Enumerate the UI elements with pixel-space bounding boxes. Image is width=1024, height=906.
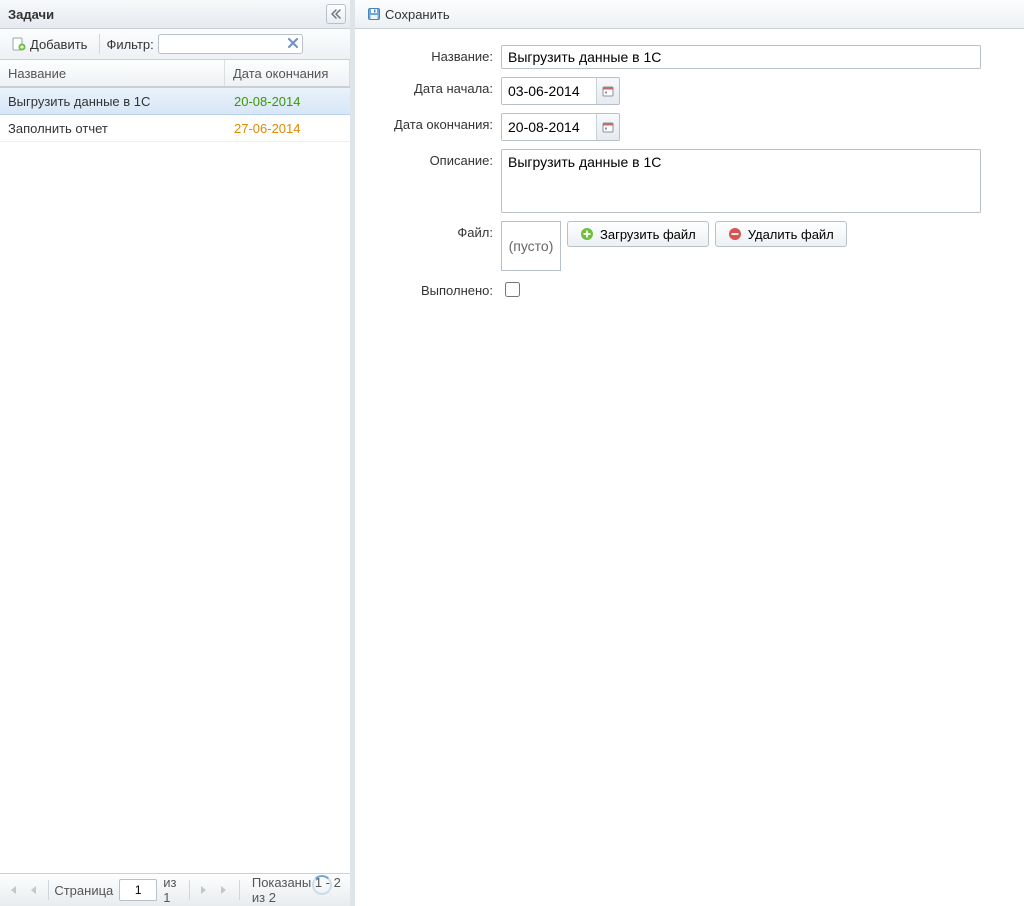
row-end-date-cell: 20-08-2014 [226, 88, 350, 114]
start-date-input[interactable] [502, 78, 596, 104]
page-prev-button[interactable] [24, 879, 42, 901]
start-date-picker-button[interactable] [596, 78, 619, 104]
tasks-grid-header: Название Дата окончания [0, 60, 350, 87]
end-date-label: Дата окончания: [375, 113, 501, 132]
row-title-cell: Заполнить отчет [0, 115, 226, 141]
filter-label: Фильтр: [106, 37, 153, 52]
tasks-toolbar: Добавить Фильтр: [0, 29, 350, 60]
tasks-grid-body: Выгрузить данные в 1С20-08-2014Заполнить… [0, 87, 350, 873]
save-button-label: Сохранить [385, 7, 450, 22]
collapse-panel-button[interactable] [326, 4, 346, 24]
chevron-right-icon [199, 884, 209, 896]
page-label: Страница [54, 883, 113, 898]
table-row[interactable]: Заполнить отчет27-06-2014 [0, 115, 350, 142]
end-date-input[interactable] [502, 114, 596, 140]
delete-file-label: Удалить файл [748, 227, 834, 242]
page-of-label: из 1 [163, 875, 182, 905]
page-next-button[interactable] [196, 879, 214, 901]
chevron-double-left-icon [331, 9, 341, 19]
col-header-end-date[interactable]: Дата окончания [225, 60, 350, 86]
save-icon [367, 7, 381, 21]
name-label: Название: [375, 45, 501, 64]
tasks-panel: Задачи Добавить Фильтр: [0, 0, 355, 906]
last-page-icon [218, 884, 230, 896]
chevron-left-icon [28, 884, 38, 896]
add-task-label: Добавить [30, 37, 87, 52]
page-last-button[interactable] [215, 879, 233, 901]
add-page-icon [12, 37, 26, 51]
name-input[interactable] [501, 45, 981, 69]
paging-status: Показаны 1 - 2 из 2 [252, 875, 346, 905]
paging-separator [239, 880, 240, 900]
row-title-cell: Выгрузить данные в 1С [0, 88, 226, 114]
file-display: (пусто) [501, 221, 561, 271]
tasks-grid: Название Дата окончания Выгрузить данные… [0, 60, 350, 873]
page-first-button[interactable] [4, 879, 22, 901]
row-end-date-cell: 27-06-2014 [226, 115, 350, 141]
loading-spinner-icon [312, 875, 332, 895]
done-checkbox[interactable] [505, 282, 520, 297]
table-row[interactable]: Выгрузить данные в 1С20-08-2014 [0, 87, 350, 115]
done-label: Выполнено: [375, 279, 501, 298]
add-task-button[interactable]: Добавить [6, 35, 93, 54]
remove-circle-icon [728, 227, 742, 241]
filter-input[interactable] [158, 34, 303, 54]
paging-separator [189, 880, 190, 900]
upload-file-label: Загрузить файл [600, 227, 696, 242]
upload-file-button[interactable]: Загрузить файл [567, 221, 709, 247]
description-textarea[interactable] [501, 149, 981, 213]
detail-panel: Сохранить Название: Дата начала: [355, 0, 1024, 906]
detail-toolbar: Сохранить [355, 0, 1024, 29]
task-form: Название: Дата начала: Дата око [355, 29, 1024, 324]
start-date-label: Дата начала: [375, 77, 501, 96]
calendar-icon [602, 121, 614, 133]
first-page-icon [7, 884, 19, 896]
end-date-picker-button[interactable] [596, 114, 619, 140]
file-label: Файл: [375, 221, 501, 240]
toolbar-separator [99, 34, 100, 54]
paging-separator [48, 880, 49, 900]
calendar-icon [602, 85, 614, 97]
tasks-panel-header: Задачи [0, 0, 350, 29]
paging-toolbar: Страница из 1 Показаны 1 - 2 из 2 [0, 873, 350, 906]
tasks-panel-title: Задачи [8, 7, 54, 22]
page-number-input[interactable] [119, 879, 157, 901]
save-button[interactable]: Сохранить [361, 5, 456, 24]
close-icon [288, 38, 298, 48]
add-circle-icon [580, 227, 594, 241]
col-header-title[interactable]: Название [0, 60, 225, 86]
delete-file-button[interactable]: Удалить файл [715, 221, 847, 247]
clear-filter-button[interactable] [286, 36, 300, 50]
description-label: Описание: [375, 149, 501, 168]
